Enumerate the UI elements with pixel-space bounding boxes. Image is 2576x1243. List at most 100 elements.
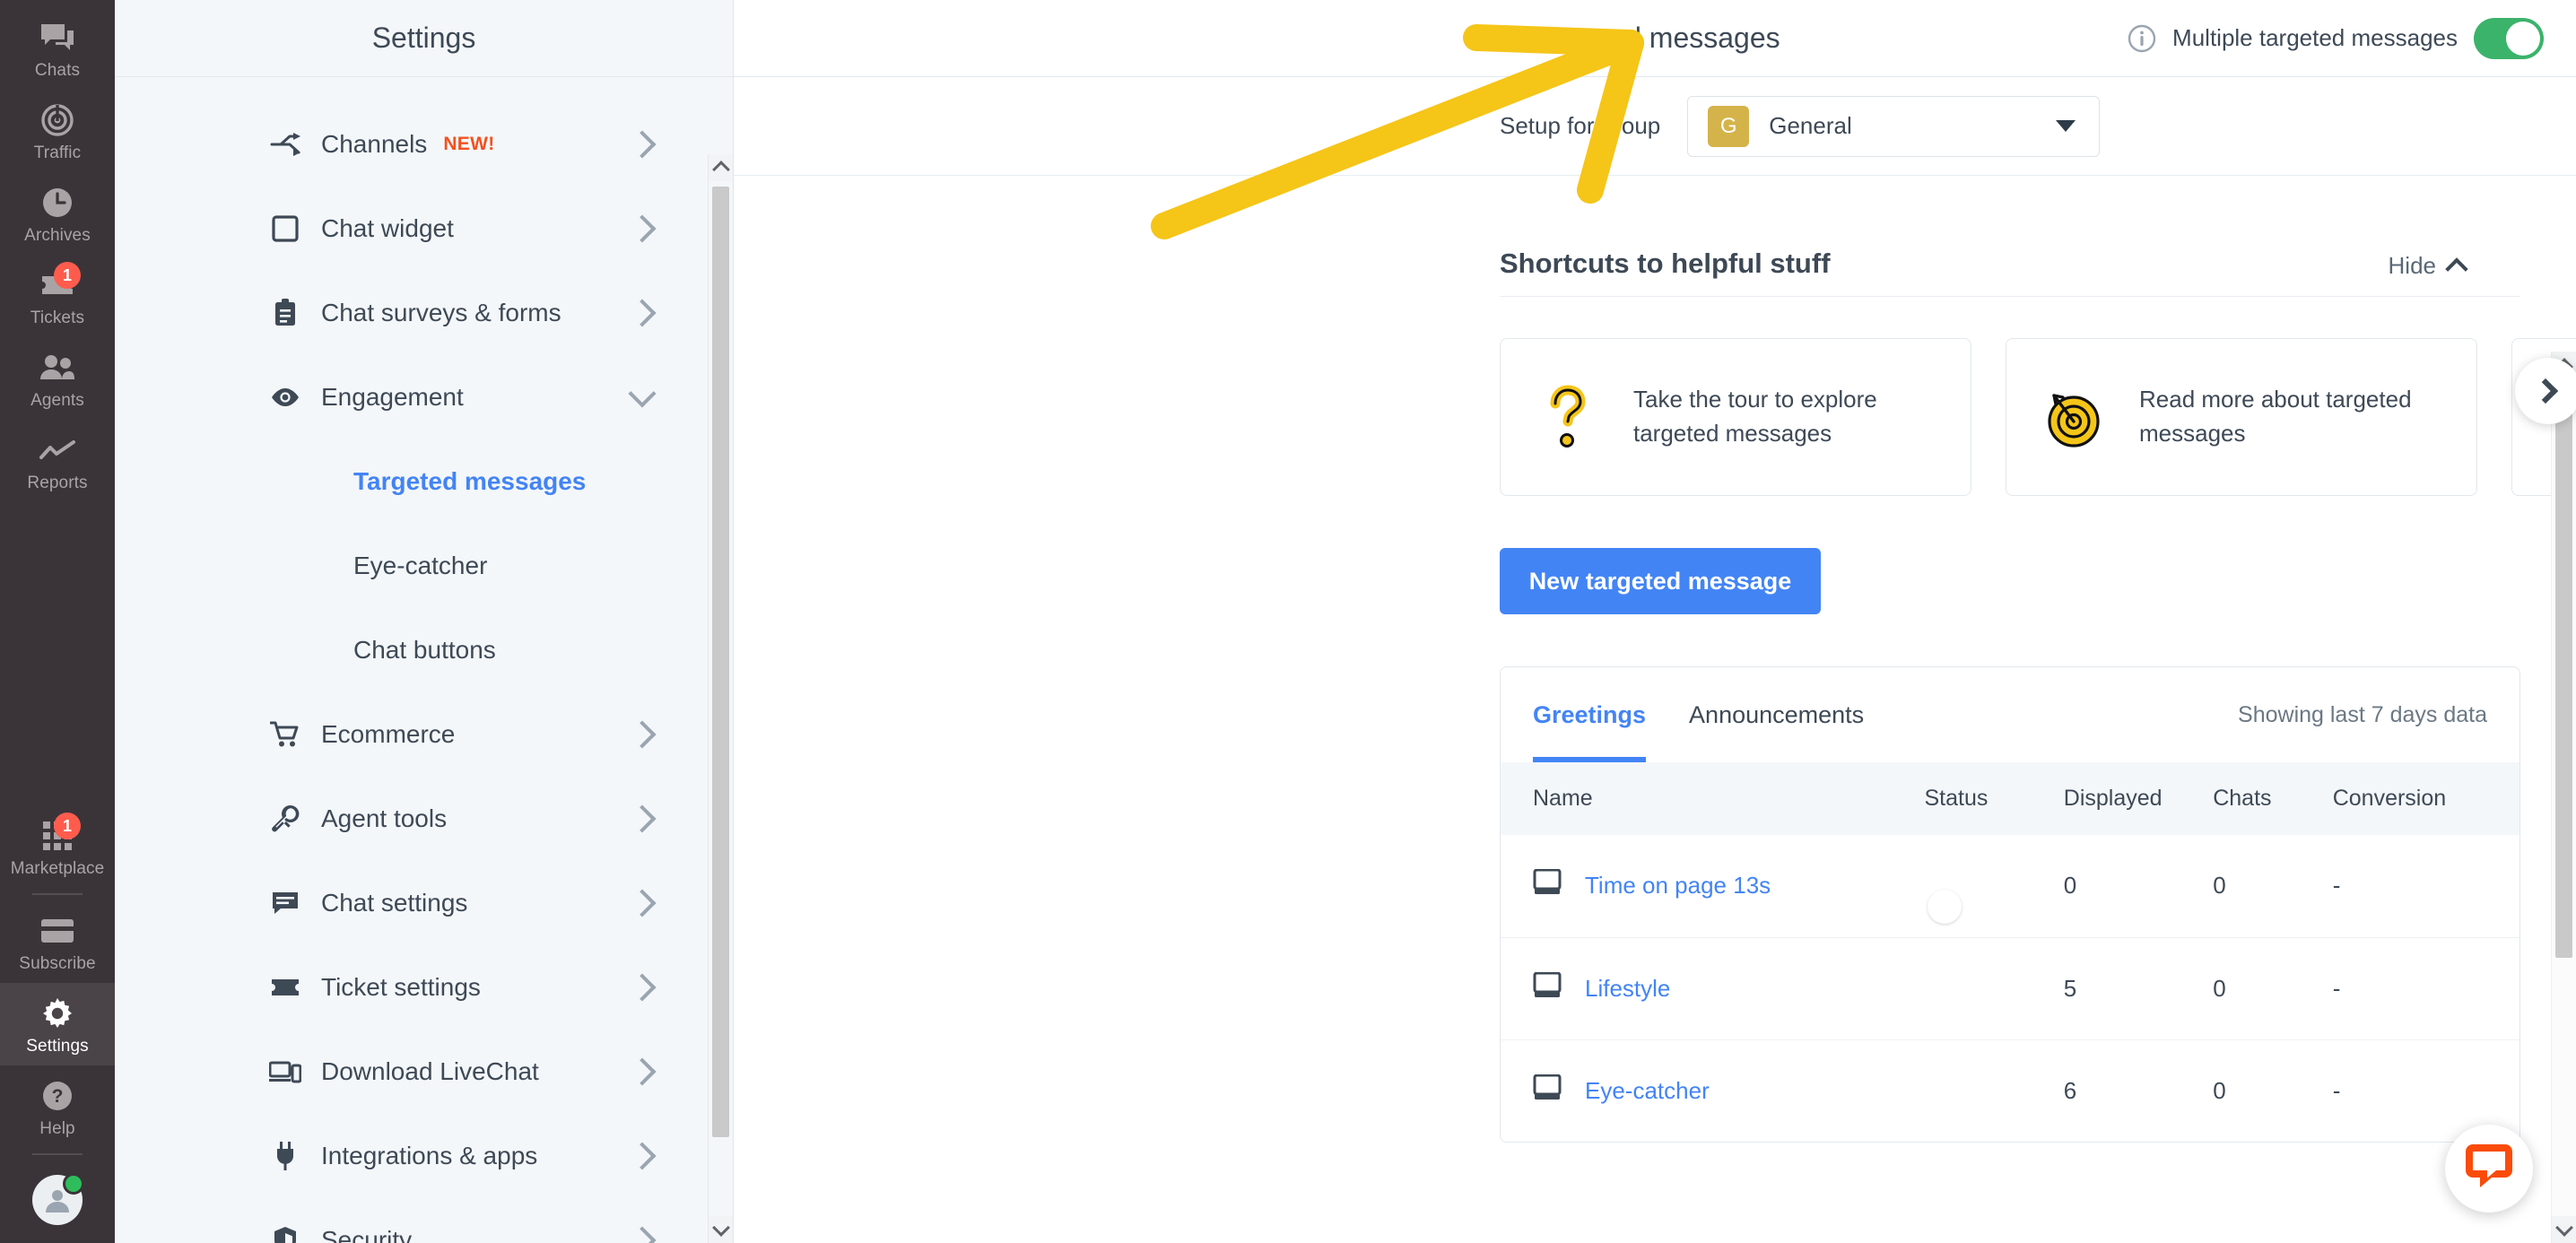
displayed-value: 5 [2063,974,2077,1002]
cell-conversion: - [2333,835,2519,937]
chats-icon [34,20,81,56]
multiple-targeted-messages-toggle[interactable] [2474,17,2544,59]
header-actions: Multiple targeted messages [2128,17,2576,59]
shortcut-card-read-more[interactable]: Read more about targeted messages [2006,338,2477,496]
chat-launcher-button[interactable] [2445,1125,2533,1213]
settings-item-label: Chat surveys & forms [321,299,561,326]
settings-item-chat-surveys-forms[interactable]: Chat surveys & forms [115,271,733,355]
settings-subitem-label: Chat buttons [353,636,496,664]
table-header-row: Name Status Displayed Chats Conversion [1501,762,2519,835]
shortcut-cards-next-button[interactable] [2515,358,2576,424]
settings-subitem-targeted-messages[interactable]: Targeted messages [115,439,733,524]
shortcut-card-text: Take the tour to explore targeted messag… [1633,386,1877,447]
rail-item-traffic[interactable]: Traffic [0,90,115,172]
chevron-right-icon [628,1226,657,1243]
rail-item-reports[interactable]: Reports [0,420,115,502]
chevron-up-icon [711,161,730,178]
name-cell: Time on page 13s [1533,868,1924,902]
displayed-value: 0 [2063,872,2077,900]
message-name-link[interactable]: Eye-catcher [1585,1077,1710,1105]
chevron-down-icon [2554,1219,2573,1237]
cell-status [1924,835,2063,937]
rail-item-help[interactable]: ? Help [0,1065,115,1148]
rail-label: Settings [26,1037,89,1056]
info-icon[interactable] [2128,24,2156,53]
settings-menu: Channels NEW! Chat widget Chat surveys & [115,77,733,1243]
tab-announcements[interactable]: Announcements [1689,667,1864,762]
clipboard-icon [267,295,303,331]
main-scrollbar-thumb[interactable] [2555,384,2572,958]
scroll-up-button[interactable] [709,154,733,181]
column-header-name: Name [1533,786,1593,811]
main-scroll-down-button[interactable] [2552,1216,2576,1243]
name-cell: Eye-catcher [1533,1074,1924,1108]
traffic-icon [34,102,81,138]
cart-icon [267,717,303,752]
rail-divider [32,1153,83,1155]
settings-scroll-area: Channels NEW! Chat widget Chat surveys & [115,77,733,1243]
group-select[interactable]: G General [1687,95,2101,157]
hide-shortcuts-button[interactable]: Hide [2389,252,2468,281]
tickets-icon: 1 [34,262,81,303]
toggle-knob [1956,992,1991,1026]
settings-subitem-chat-buttons[interactable]: Chat buttons [115,608,733,692]
settings-item-ticket-settings[interactable]: Ticket settings [115,945,733,1030]
rail-item-marketplace[interactable]: 1 Marketplace [0,805,115,888]
settings-item-security[interactable]: Security [115,1198,733,1243]
chevron-right-icon [628,1142,657,1170]
name-cell: Lifestyle [1533,971,1924,1005]
shortcut-card-take-tour[interactable]: Take the tour to explore targeted messag… [1500,338,1971,496]
settings-scrollbar[interactable] [708,154,733,1243]
column-header-status: Status [1924,786,1989,811]
message-name-link[interactable]: Lifestyle [1585,975,1670,1003]
cell-conversion: - [2332,936,2519,1039]
settings-item-chat-settings[interactable]: Chat settings [115,861,733,945]
table-row[interactable]: Lifestyle 5 0 - [1501,936,2519,1039]
table-row[interactable]: Time on page 13s 0 0 - [1501,835,2519,937]
rail-item-subscribe[interactable]: Subscribe [0,900,115,983]
toggle-knob [2506,21,2540,56]
new-targeted-message-button[interactable]: New targeted message [1500,548,1821,614]
settings-item-label: Chat settings [321,889,468,917]
group-avatar-chip: G [1708,105,1750,147]
rail-item-chats[interactable]: Chats [0,7,115,90]
chevron-right-icon [628,299,657,327]
tab-greetings[interactable]: Greetings [1533,667,1647,762]
conversion-value: - [2332,872,2341,900]
group-selector-inner: Setup for group G General [734,95,2101,157]
rail-item-settings[interactable]: Settings [0,983,115,1065]
settings-item-engagement[interactable]: Engagement [115,355,733,439]
scrollbar-thumb[interactable] [712,187,729,1137]
marketplace-badge: 1 [54,813,81,839]
settings-item-ecommerce[interactable]: Ecommerce [115,692,733,777]
settings-item-chat-widget[interactable]: Chat widget [115,187,733,271]
avatar[interactable] [32,1173,84,1225]
settings-item-download-livechat[interactable]: Download LiveChat [115,1030,733,1114]
settings-subitem-eye-catcher[interactable]: Eye-catcher [115,524,733,608]
multiple-targeted-messages-label: Multiple targeted messages [2172,24,2458,51]
main-scrollbar[interactable] [2551,352,2576,1243]
plug-icon [267,1138,303,1174]
conversion-value: - [2332,1076,2341,1104]
scroll-down-button[interactable] [709,1216,733,1243]
settings-item-agent-tools[interactable]: Agent tools [115,777,733,861]
settings-item-label: Integrations & apps [321,1142,538,1169]
table-body: Time on page 13s 0 0 - Lifestyle 5 0 - E… [1501,835,2519,1142]
table-row[interactable]: Eye-catcher 6 0 - [1501,1039,2519,1142]
settings-item-channels[interactable]: Channels NEW! [115,102,733,187]
gear-icon [34,995,81,1031]
rail-label: Agents [30,391,84,410]
primary-nav-rail: Chats Traffic Archives 1 Tickets Agents … [0,0,115,1243]
toggle-knob [1928,889,1962,924]
rail-item-agents[interactable]: Agents [0,337,115,420]
settings-item-integrations-apps[interactable]: Integrations & apps [115,1114,733,1198]
message-name-link[interactable]: Time on page 13s [1585,872,1771,900]
new-tag: NEW! [443,134,495,154]
ticket-icon [267,969,303,1005]
displayed-value: 6 [2063,1076,2077,1104]
rail-divider [32,893,83,895]
rail-item-archives[interactable]: Archives [0,172,115,255]
cell-displayed: 5 [2063,936,2214,1039]
chevron-right-icon [2532,378,2558,404]
rail-item-tickets[interactable]: 1 Tickets [0,255,115,337]
